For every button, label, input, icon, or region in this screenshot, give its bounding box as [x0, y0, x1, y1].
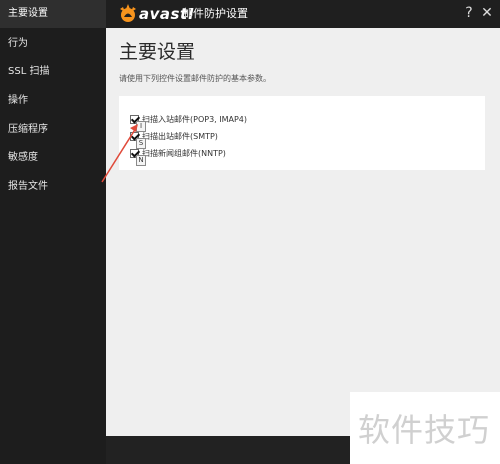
watermark: 软件技巧	[358, 411, 491, 449]
